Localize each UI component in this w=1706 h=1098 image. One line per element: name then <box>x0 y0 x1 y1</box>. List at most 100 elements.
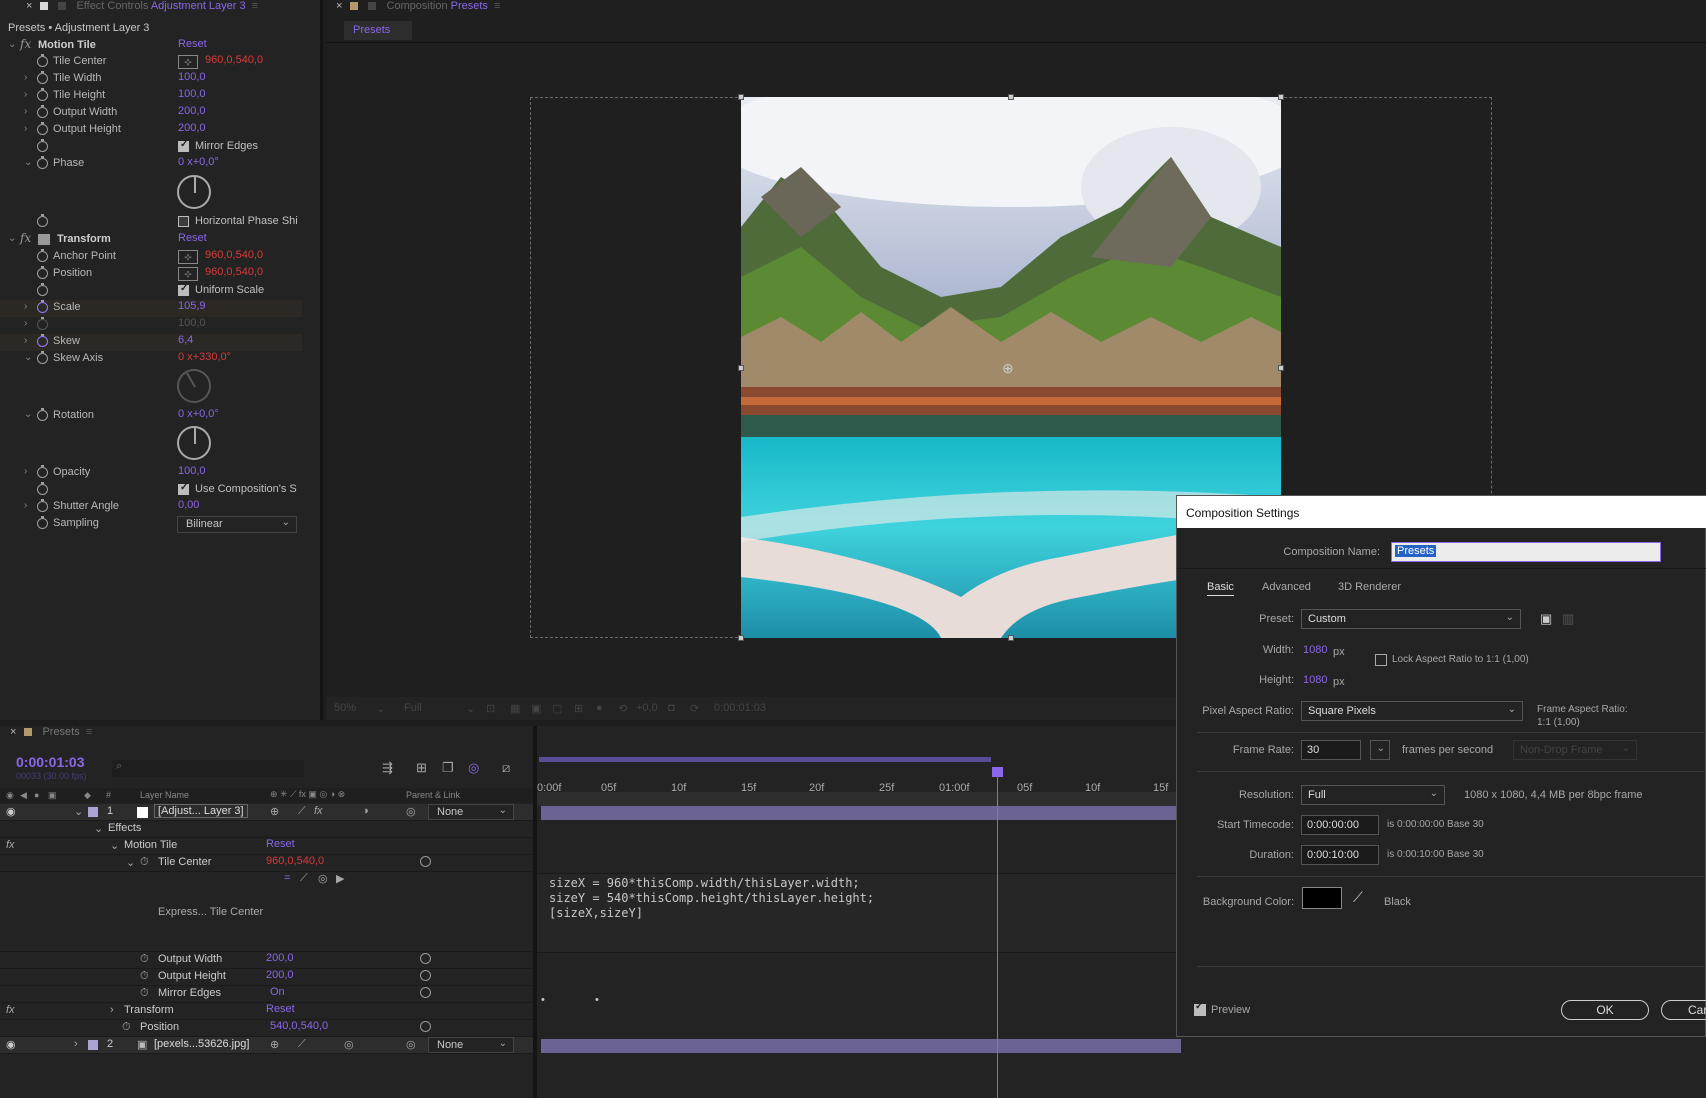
panel-menu-icon[interactable]: ≡ <box>494 0 500 12</box>
effect-controls-tab[interactable]: × Effect Controls Adjustment Layer 3 ≡ <box>26 0 316 13</box>
lock-icon[interactable]: ▣ <box>48 790 57 801</box>
crosshair-icon[interactable]: ⊹ <box>178 250 198 264</box>
chevron-right-icon[interactable]: › <box>24 466 34 477</box>
zoom-dropdown[interactable]: 50% <box>334 702 356 714</box>
pickwhip-icon[interactable] <box>420 953 431 964</box>
stopwatch-icon[interactable] <box>37 334 48 347</box>
layer-name[interactable]: [pexels...53626.jpg] <box>154 1038 249 1050</box>
opacity-value[interactable]: 100,0 <box>178 465 206 477</box>
position-row[interactable]: ⏱ Position 540,0,540,0 <box>0 1020 533 1037</box>
frame-rate-dropdown[interactable]: ⌄ <box>1370 740 1390 760</box>
layer-duration-bar[interactable] <box>541 806 1181 820</box>
chevron-down-icon[interactable]: ⌄ <box>126 856 135 869</box>
transform-handle[interactable] <box>738 94 744 100</box>
output-height-value[interactable]: 200,0 <box>178 122 206 134</box>
solo-icon[interactable]: ● <box>34 790 39 800</box>
resolution-dropdown[interactable]: Full <box>404 702 422 714</box>
transparency-grid-icon[interactable]: ▦ <box>510 702 520 715</box>
duration-input[interactable]: 0:00:10:00 <box>1301 845 1379 865</box>
tab-basic[interactable]: Basic <box>1207 581 1234 596</box>
transform-row[interactable]: fx › Transform Reset <box>0 1003 533 1020</box>
layer-row[interactable]: ◉ › 2 ▣ [pexels...53626.jpg] ⊕ ⟋ ◎ ◎ Non… <box>0 1037 533 1054</box>
draft-3d-icon[interactable]: ⊞ <box>416 760 427 776</box>
adjustment-switch-icon[interactable]: ◑ <box>362 805 369 817</box>
tile-center-value[interactable]: 960,0,540,0 <box>205 54 263 66</box>
fx-icon[interactable]: fx <box>6 1004 15 1016</box>
expression-text[interactable]: sizeX = 960*thisComp.width/thisLayer.wid… <box>549 876 874 921</box>
chevron-down-icon[interactable]: ⌄ <box>376 702 385 715</box>
expression-toggle-icon[interactable]: = <box>284 872 290 884</box>
layer-search-input[interactable]: ⌕ <box>112 760 304 777</box>
skew-axis-value[interactable]: 0 x+330,0° <box>178 351 231 363</box>
composition-name-input[interactable]: Presets <box>1391 542 1661 562</box>
panel-menu-icon[interactable]: ≡ <box>252 0 258 12</box>
effect-transform[interactable]: ⌄ fx Transform Reset <box>0 231 302 249</box>
stopwatch-icon[interactable]: ⏱ <box>140 953 149 966</box>
composition-tab[interactable]: × Composition Presets ≡ <box>336 0 636 13</box>
background-color-swatch[interactable] <box>1302 887 1342 909</box>
transform-reset-link[interactable]: Reset <box>266 1003 295 1015</box>
stopwatch-icon[interactable] <box>37 139 48 152</box>
reset-exposure-icon[interactable]: ⟲ <box>618 702 627 715</box>
transform-handle[interactable] <box>1278 365 1284 371</box>
keyframe-icon[interactable]: • <box>541 994 545 1006</box>
ok-button[interactable]: OK <box>1561 1000 1649 1020</box>
layer-name-column[interactable]: Layer Name <box>140 790 189 800</box>
fx-icon[interactable]: fx <box>6 839 15 851</box>
stopwatch-icon[interactable]: ⏱ <box>140 970 149 983</box>
effect-motion-tile[interactable]: ⌄ fx Motion Tile Reset <box>0 37 302 55</box>
sampling-dropdown[interactable]: Bilinear ⌄ <box>177 516 297 533</box>
tab-3d-renderer[interactable]: 3D Renderer <box>1338 581 1401 593</box>
mirror-edges-value[interactable]: On <box>270 986 285 998</box>
snapshot-icon[interactable]: ◘ <box>668 702 675 714</box>
pickwhip-icon[interactable] <box>420 1021 431 1032</box>
stopwatch-icon[interactable] <box>37 71 48 84</box>
frame-rate-input[interactable]: 30 <box>1301 740 1361 760</box>
position-value[interactable]: 960,0,540,0 <box>205 266 263 278</box>
stopwatch-icon[interactable] <box>37 249 48 262</box>
viewer-timecode[interactable]: 0:00:01:03 <box>714 702 766 714</box>
pickwhip-icon[interactable]: ◎ <box>318 872 328 885</box>
stopwatch-icon[interactable] <box>37 88 48 101</box>
chevron-down-icon[interactable]: ⌄ <box>8 39 18 50</box>
transform-handle[interactable] <box>738 365 744 371</box>
3d-view-icon[interactable]: ⊞ <box>574 702 583 715</box>
lock-icon[interactable] <box>368 2 377 10</box>
comp-mini-flowchart-icon[interactable]: ⇶ <box>382 760 393 776</box>
parent-link-column[interactable]: Parent & Link <box>406 790 460 800</box>
stopwatch-icon[interactable]: ⏱ <box>122 1021 131 1034</box>
shy-layers-icon[interactable]: ❐ <box>442 760 454 776</box>
output-height-row[interactable]: ⏱ Output Height 200,0 <box>0 969 533 986</box>
tab-advanced[interactable]: Advanced <box>1262 581 1311 593</box>
label-icon[interactable]: ◆ <box>84 790 91 801</box>
skew-value[interactable]: 6,4 <box>178 334 193 346</box>
panel-menu-icon[interactable]: ≡ <box>86 726 92 738</box>
save-preset-icon[interactable]: ▣ <box>1540 611 1552 627</box>
tile-height-value[interactable]: 100,0 <box>178 88 206 100</box>
pickwhip-icon[interactable] <box>420 987 431 998</box>
stopwatch-icon[interactable] <box>37 516 48 529</box>
chevron-right-icon[interactable]: › <box>24 72 34 83</box>
motion-tile-reset-link[interactable]: Reset <box>178 38 207 50</box>
fx-switch-icon[interactable]: fx <box>314 805 323 817</box>
stopwatch-icon[interactable] <box>37 156 48 169</box>
channels-icon[interactable]: ● <box>596 702 603 714</box>
stopwatch-icon[interactable] <box>37 408 48 421</box>
chevron-right-icon[interactable]: › <box>24 335 34 346</box>
pickwhip-icon[interactable] <box>420 856 431 867</box>
graph-icon[interactable]: ⟋ <box>300 872 308 885</box>
region-of-interest-icon[interactable]: ⊡ <box>486 702 495 715</box>
width-value[interactable]: 1080 <box>1303 644 1327 656</box>
start-timecode-input[interactable]: 0:00:00:00 <box>1301 815 1379 835</box>
phase-dial[interactable] <box>177 175 211 209</box>
current-time-display[interactable]: 0:00:01:03 <box>16 754 85 770</box>
chevron-right-icon[interactable]: › <box>24 500 34 511</box>
fx-icon[interactable]: fx <box>20 37 31 51</box>
anchor-point-icon[interactable]: ⊕ <box>1002 360 1014 377</box>
preset-dropdown[interactable]: Custom ⌄ <box>1301 609 1521 629</box>
parent-dropdown[interactable]: None ⌄ <box>428 804 514 820</box>
stopwatch-icon[interactable] <box>37 283 48 296</box>
chevron-right-icon[interactable]: › <box>24 123 34 134</box>
lock-aspect-checkbox[interactable] <box>1375 654 1387 666</box>
stopwatch-icon[interactable] <box>37 266 48 279</box>
